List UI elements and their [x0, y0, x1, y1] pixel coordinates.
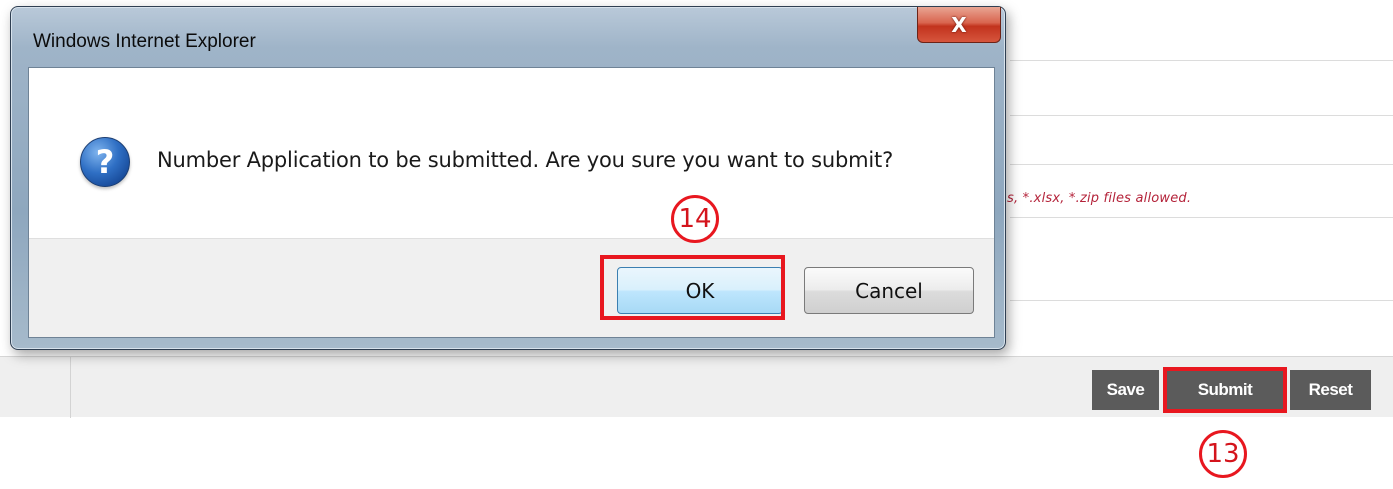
- action-bar-divider: [70, 357, 71, 418]
- form-row-divider: [1010, 217, 1393, 218]
- reset-button[interactable]: Reset: [1290, 370, 1371, 410]
- question-icon: ?: [80, 137, 130, 187]
- cancel-button[interactable]: Cancel: [804, 267, 974, 314]
- ok-button[interactable]: OK: [617, 267, 783, 314]
- form-row-divider: [1010, 164, 1393, 165]
- close-button[interactable]: X: [917, 7, 1001, 43]
- form-row-divider: [1010, 300, 1393, 301]
- file-type-hint: s, *.xlsx, *.zip files allowed.: [1007, 191, 1192, 206]
- save-button[interactable]: Save: [1092, 370, 1159, 410]
- close-icon: X: [951, 12, 967, 37]
- form-row-divider: [1010, 60, 1393, 61]
- dialog-body: ? Number Application to be submitted. Ar…: [28, 67, 995, 338]
- submit-button[interactable]: Submit: [1163, 367, 1287, 413]
- dialog-message: Number Application to be submitted. Are …: [157, 148, 894, 172]
- confirm-dialog: Windows Internet Explorer X ? Number App…: [10, 6, 1006, 350]
- dialog-title: Windows Internet Explorer: [33, 31, 256, 52]
- form-row-divider: [1010, 115, 1393, 116]
- step-callout-13: 13: [1199, 430, 1247, 478]
- step-callout-14: 14: [671, 195, 719, 243]
